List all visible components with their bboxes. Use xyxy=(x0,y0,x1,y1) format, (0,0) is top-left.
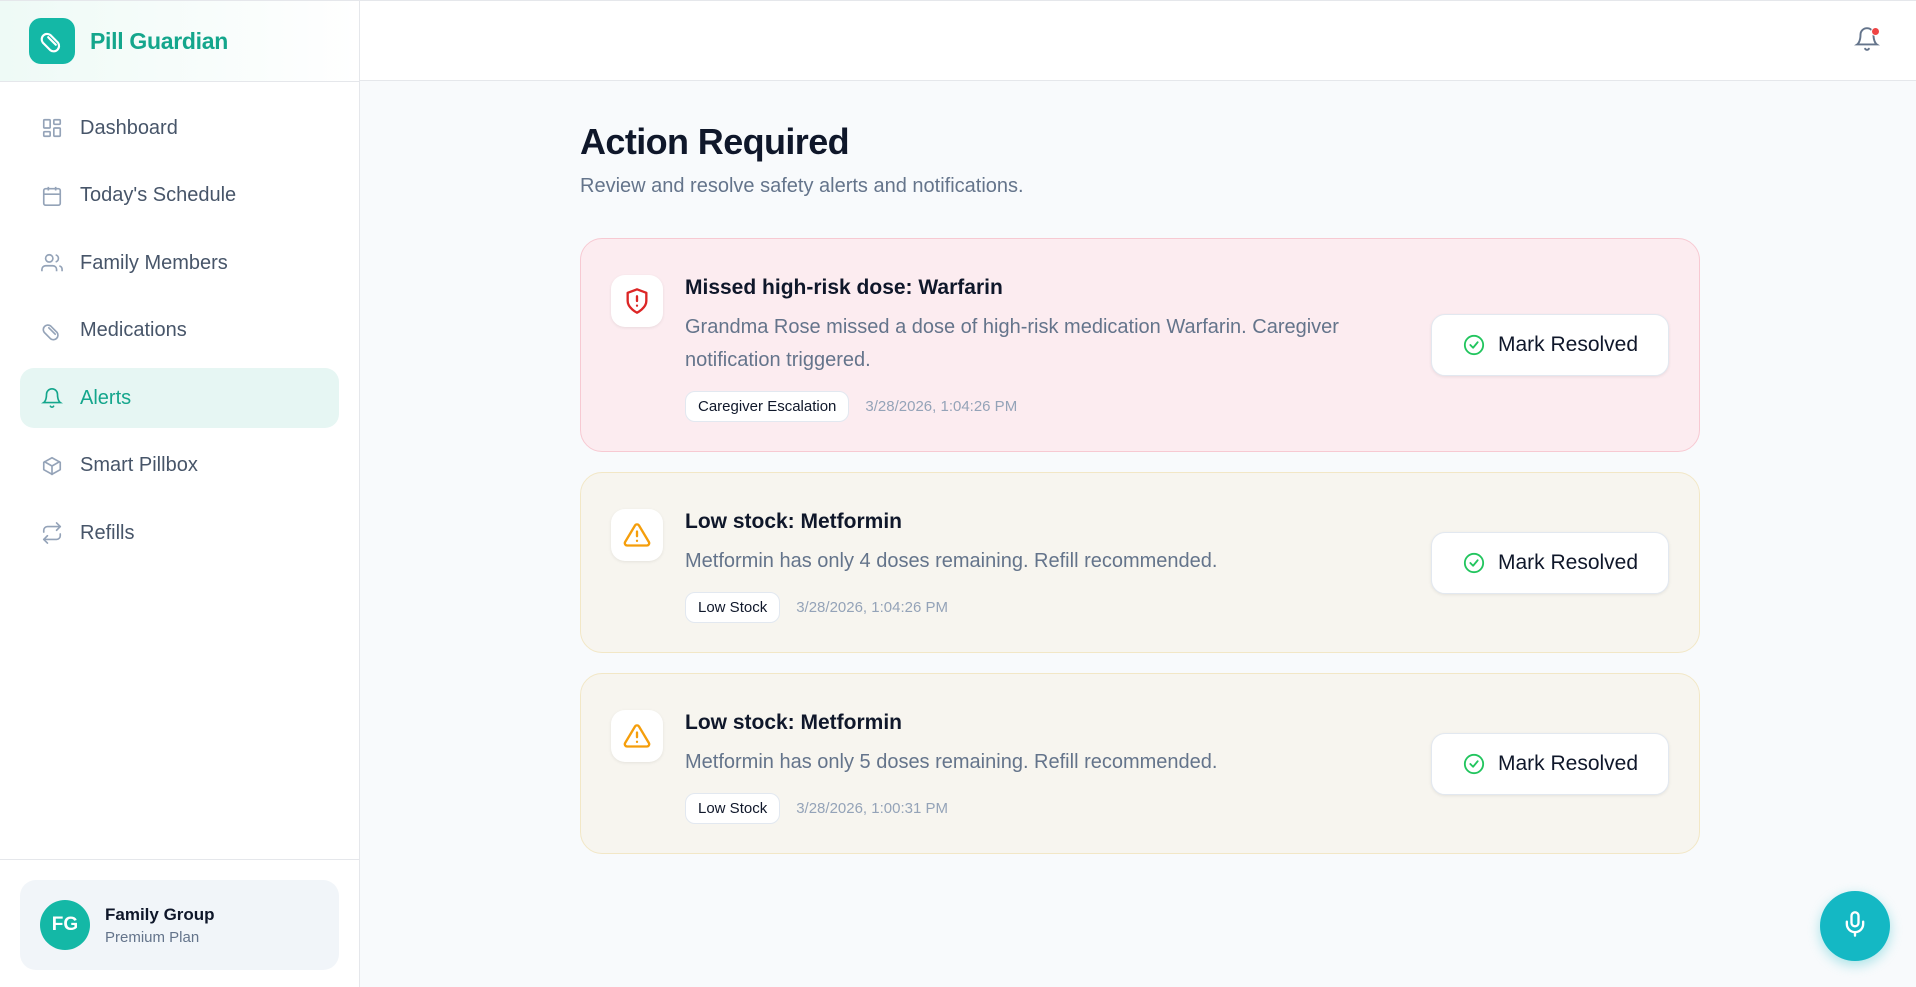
page-subtitle: Review and resolve safety alerts and not… xyxy=(580,175,1024,197)
check-circle-icon xyxy=(1462,752,1486,776)
brand-name: Pill Guardian xyxy=(90,27,228,54)
users-icon xyxy=(40,251,64,275)
warning-triangle-icon xyxy=(611,710,663,762)
mark-resolved-button[interactable]: Mark Resolved xyxy=(1431,532,1669,594)
sidebar-item-dashboard[interactable]: Dashboard xyxy=(20,98,339,158)
profile-card[interactable]: FG Family Group Premium Plan xyxy=(20,880,339,970)
check-circle-icon xyxy=(1462,333,1486,357)
main-content: Action Required Review and resolve safet… xyxy=(580,81,1700,874)
box-icon xyxy=(40,454,64,478)
sidebar-item-refills[interactable]: Refills xyxy=(20,503,339,563)
sidebar-item-label: Today's Schedule xyxy=(80,184,237,206)
alert-tag: Low Stock xyxy=(685,592,781,623)
alert-timestamp: 3/28/2026, 1:04:26 PM xyxy=(796,599,948,616)
shield-alert-icon xyxy=(611,275,663,327)
avatar: FG xyxy=(40,900,90,950)
sidebar: Pill Guardian Dashboard Today's Schedule… xyxy=(0,0,360,987)
mark-resolved-button[interactable]: Mark Resolved xyxy=(1431,733,1669,795)
sidebar-item-label: Family Members xyxy=(80,251,228,274)
refresh-icon xyxy=(40,521,64,545)
sidebar-item-todays-schedule[interactable]: Today's Schedule xyxy=(20,166,339,226)
pill-icon xyxy=(40,319,64,343)
page-title: Action Required xyxy=(580,121,850,162)
alert-tag: Caregiver Escalation xyxy=(685,391,850,422)
unread-dot xyxy=(1871,27,1880,36)
alert-description: Metformin has only 5 doses remaining. Re… xyxy=(685,751,1218,773)
bell-icon xyxy=(40,386,64,410)
sidebar-item-label: Smart Pillbox xyxy=(80,454,198,476)
dashboard-icon xyxy=(40,116,64,140)
alert-title: Missed high-risk dose: Warfarin xyxy=(685,276,1003,299)
alert-card: Low stock: Metformin Metformin has only … xyxy=(580,472,1700,653)
sidebar-item-alerts[interactable]: Alerts xyxy=(20,368,339,428)
alert-description: Metformin has only 4 doses remaining. Re… xyxy=(685,550,1218,572)
voice-assistant-button[interactable] xyxy=(1820,891,1890,961)
check-circle-icon xyxy=(1462,551,1486,575)
microphone-icon xyxy=(1841,910,1869,943)
sidebar-item-label: Alerts xyxy=(80,386,132,409)
calendar-icon xyxy=(40,184,64,208)
alert-description: Grandma Rose missed a dose of high-risk … xyxy=(685,316,1339,371)
brand-header[interactable]: Pill Guardian xyxy=(0,1,359,82)
alert-card: Low stock: Metformin Metformin has only … xyxy=(580,673,1700,854)
alert-timestamp: 3/28/2026, 1:00:31 PM xyxy=(796,800,948,817)
sidebar-item-smart-pillbox[interactable]: Smart Pillbox xyxy=(20,436,339,496)
sidebar-nav: Dashboard Today's Schedule Family Member… xyxy=(0,82,359,563)
button-label: Mark Resolved xyxy=(1497,551,1639,574)
sidebar-footer: FG Family Group Premium Plan xyxy=(0,859,359,987)
warning-triangle-icon xyxy=(611,509,663,561)
button-label: Mark Resolved xyxy=(1497,752,1639,775)
sidebar-item-family-members[interactable]: Family Members xyxy=(20,233,339,293)
profile-name: Family Group xyxy=(105,904,215,924)
alert-card: Missed high-risk dose: Warfarin Grandma … xyxy=(580,238,1700,452)
sidebar-item-label: Dashboard xyxy=(80,116,178,139)
profile-plan: Premium Plan xyxy=(105,928,200,946)
alert-tag: Low Stock xyxy=(685,793,781,824)
sidebar-item-label: Refills xyxy=(80,521,135,544)
top-bar xyxy=(360,0,1916,81)
notifications-button[interactable] xyxy=(1852,26,1882,56)
pill-icon xyxy=(29,18,75,64)
sidebar-item-medications[interactable]: Medications xyxy=(20,301,339,361)
alert-timestamp: 3/28/2026, 1:04:26 PM xyxy=(865,398,1018,415)
sidebar-item-label: Medications xyxy=(80,319,187,341)
mark-resolved-button[interactable]: Mark Resolved xyxy=(1431,314,1669,376)
button-label: Mark Resolved xyxy=(1497,333,1639,356)
